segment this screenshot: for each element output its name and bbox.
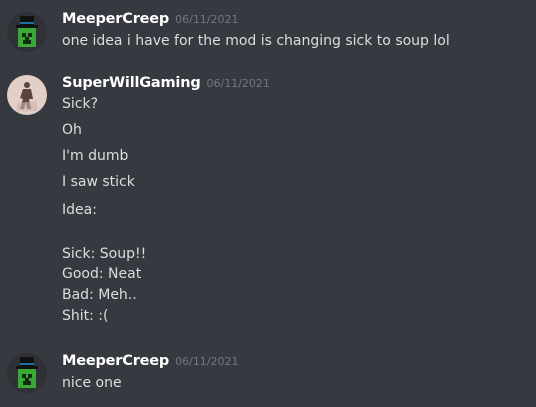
creeper-tophat-avatar-icon[interactable] — [7, 353, 47, 393]
username[interactable]: MeeperCreep — [62, 353, 169, 369]
creeper-tophat-avatar-icon[interactable] — [7, 12, 47, 52]
message-text: Shit: :( — [62, 308, 109, 324]
message-text: Sick: Soup!! — [62, 246, 147, 262]
message-header: MeeperCreep 06/11/2021 — [62, 350, 239, 372]
message-text: Oh — [62, 122, 82, 138]
message-timestamp: 06/11/2021 — [175, 13, 239, 26]
message-text: nice one — [62, 375, 122, 391]
username[interactable]: MeeperCreep — [62, 11, 169, 27]
message-text: I saw stick — [62, 174, 135, 190]
message-text: Sick? — [62, 96, 99, 112]
message-text: I'm dumb — [62, 148, 129, 164]
message-text: Good: Neat — [62, 266, 142, 282]
message-timestamp: 06/11/2021 — [175, 355, 239, 368]
message-timestamp: 06/11/2021 — [206, 77, 270, 90]
message-header: MeeperCreep 06/11/2021 — [62, 8, 239, 30]
silhouette-avatar-icon[interactable] — [7, 75, 47, 115]
message-header: SuperWillGaming 06/11/2021 — [62, 72, 270, 94]
message-text: Idea: — [62, 202, 97, 218]
message-text: Bad: Meh.. — [62, 287, 137, 303]
username[interactable]: SuperWillGaming — [62, 75, 201, 91]
message-text: one idea i have for the mod is changing … — [62, 33, 450, 49]
